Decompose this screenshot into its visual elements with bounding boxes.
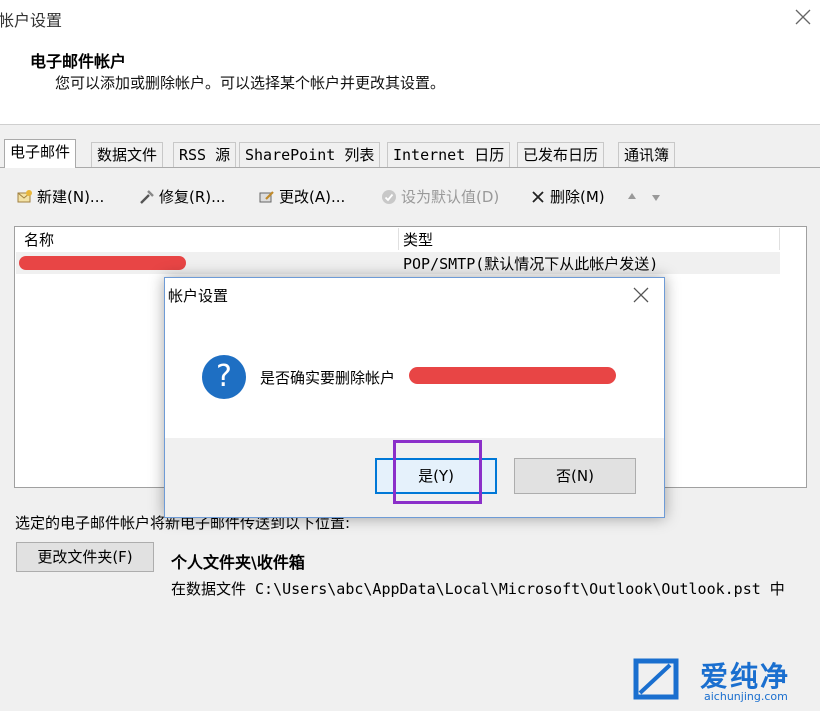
close-icon[interactable] (793, 7, 813, 27)
set-default-button[interactable]: 设为默认值(D) (381, 186, 499, 208)
tab-email[interactable]: 电子邮件 (4, 139, 77, 168)
change-folder-button[interactable]: 更改文件夹(F) (16, 542, 154, 572)
header-title: 电子邮件帐户 (30, 52, 127, 71)
delete-button[interactable]: 删除(M) (530, 186, 605, 208)
move-down-icon[interactable] (650, 191, 662, 203)
watermark-brand: 爱纯净 (700, 660, 791, 693)
tab-address-book[interactable]: 通讯簿 (618, 142, 676, 167)
tab-sharepoint[interactable]: SharePoint 列表 (239, 142, 381, 167)
checkmark-circle-icon (382, 190, 396, 204)
folder-name: 个人文件夹\收件箱 (171, 553, 305, 572)
tab-internet-calendar[interactable]: Internet 日历 (387, 142, 511, 167)
redaction-mark (19, 256, 186, 270)
tab-data-files[interactable]: 数据文件 (91, 142, 164, 167)
change-settings-icon (259, 191, 274, 203)
repair-label: 修复(R)... (159, 188, 226, 206)
window-title: 帐户设置 (0, 11, 63, 30)
tab-published-calendar[interactable]: 已发布日历 (517, 142, 605, 167)
watermark-logo-icon (633, 658, 679, 700)
no-button[interactable]: 否(N) (514, 458, 636, 494)
change-label: 更改(A)... (279, 188, 346, 206)
redaction-mark (409, 367, 616, 384)
set-default-label: 设为默认值(D) (401, 188, 500, 206)
tab-divider (0, 167, 820, 168)
account-type-cell: POP/SMTP(默认情况下从此帐户发送) (403, 255, 659, 273)
dialog-message: 是否确实要删除帐户 (260, 369, 396, 387)
highlight-box (393, 440, 482, 504)
close-icon[interactable] (631, 285, 651, 305)
tab-rss[interactable]: RSS 源 (173, 142, 237, 167)
new-account-icon (17, 190, 32, 203)
new-label: 新建(N)... (37, 188, 105, 206)
dialog-title: 帐户设置 (168, 287, 229, 305)
delete-x-icon (532, 191, 544, 203)
column-header-type[interactable]: 类型 (403, 229, 433, 250)
column-separator (779, 228, 780, 250)
column-header-name[interactable]: 名称 (24, 229, 54, 250)
watermark-url: aichunjing.com (704, 690, 788, 703)
repair-button[interactable]: 修复(R)... (139, 186, 225, 208)
delete-label: 删除(M) (550, 188, 605, 206)
change-button[interactable]: 更改(A)... (259, 186, 345, 208)
new-button[interactable]: 新建(N)... (17, 186, 104, 208)
folder-path: 在数据文件 C:\Users\abc\AppData\Local\Microso… (171, 580, 785, 598)
repair-tools-icon (140, 190, 154, 204)
header-description: 您可以添加或删除帐户。可以选择某个帐户并更改其设置。 (55, 74, 446, 92)
column-separator (398, 228, 399, 250)
move-up-icon[interactable] (626, 191, 638, 203)
question-icon: ? (202, 355, 246, 399)
